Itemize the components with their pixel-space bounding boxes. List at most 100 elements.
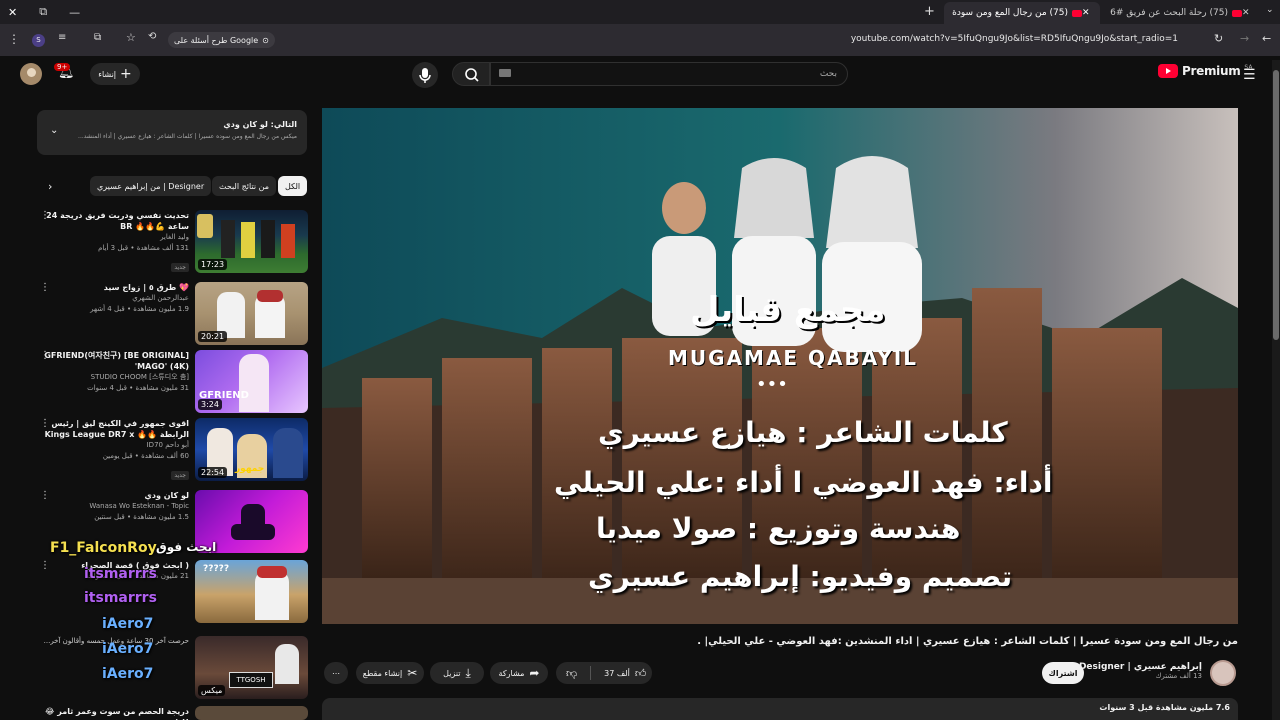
more-actions-icon[interactable]: ⋮ xyxy=(40,560,50,571)
video-title[interactable]: تحديت نفسي ودربت فريق دريجة 24 ساعة 💪🔥🔥 … xyxy=(43,210,189,232)
video-duration: 3:24 xyxy=(198,399,222,410)
close-tab-icon[interactable]: ✕ xyxy=(1242,8,1250,18)
scrollbar-thumb[interactable] xyxy=(1273,70,1279,340)
subscribe-button[interactable]: اشتراك xyxy=(1042,662,1084,684)
voice-search-button[interactable] xyxy=(412,62,438,88)
chip-all[interactable]: الكل xyxy=(278,176,308,196)
list-item[interactable]: جمهور 22:54 اقوى جمهور في الكينج ليق | ر… xyxy=(40,418,308,482)
download-button[interactable]: تنزيل ⤓ xyxy=(430,662,484,684)
credit-line-poet: كلمات الشاعر : هيازع عسيري xyxy=(598,416,1008,449)
profile-avatar-icon[interactable]: S xyxy=(32,34,45,47)
account-avatar[interactable] xyxy=(20,63,42,85)
dislike-icon[interactable]: 👎︎ xyxy=(566,667,577,680)
page-scrollbar[interactable] xyxy=(1272,60,1280,720)
lens-icon: ⊙ xyxy=(262,35,269,45)
video-thumbnail[interactable]: TTGOSH ميكس xyxy=(195,636,308,699)
tab-current[interactable]: ✕ (75) من رجال المع ومن سودة عسـ xyxy=(944,2,1100,24)
list-item[interactable]: 17:23 تحديت نفسي ودربت فريق دريجة 24 ساع… xyxy=(40,210,308,274)
video-player[interactable]: مجمع قبايل MUGAMAE QABAYIL ••• كلمات الش… xyxy=(322,108,1238,624)
close-tab-icon[interactable]: ✕ xyxy=(1082,8,1090,18)
video-title[interactable]: [BE ORIGINAL] GFRIEND(여자친구) 'MAGO' (4K) xyxy=(43,350,189,372)
video-title[interactable]: 💖 طرق ٥ | زواج سيد xyxy=(43,282,189,293)
video-title[interactable]: دريجة الحصم من سوت وعمر ثامر 😂 !! ( xyxy=(43,706,189,720)
new-badge: جديد xyxy=(171,471,189,480)
chip-channel[interactable]: من إبراهيم عسيري | Designer xyxy=(90,176,212,196)
close-window-icon[interactable]: ✕ xyxy=(8,6,17,19)
channel-name[interactable]: أبو داحم ID70 xyxy=(43,440,189,451)
up-next-subtitle: ميكس من رجال المع ومن سوده عسيرا | كلمات… xyxy=(78,133,297,140)
keyboard-icon[interactable] xyxy=(499,69,511,77)
more-horizontal-icon: ⋯ xyxy=(332,668,340,678)
video-thumbnail[interactable]: 17:23 xyxy=(195,210,308,273)
more-actions-icon[interactable]: ⋮ xyxy=(40,490,50,501)
share-button[interactable]: مشاركة ➦ xyxy=(490,662,548,684)
tab-other[interactable]: ✕ (75) رحلة البحث عن فريق #6 | ال xyxy=(1104,2,1260,24)
logo-text: Premium xyxy=(1182,64,1241,78)
up-next-card[interactable]: ⌄ التالي: لو كان ودي ميكس من رجال المع و… xyxy=(37,110,307,155)
video-title[interactable]: اقوى جمهور في الكينج ليق | رئيس الرابطة … xyxy=(43,418,189,440)
reload-icon[interactable]: ↻ xyxy=(1214,32,1223,45)
mix-badge: ميكس xyxy=(198,685,226,696)
extensions-icon[interactable]: ⧉ xyxy=(94,32,101,43)
credit-line-engineering: هندسة وتوزيع : صولا ميديا xyxy=(596,512,961,545)
search-button[interactable] xyxy=(452,62,490,86)
video-thumbnail[interactable]: 20:21 xyxy=(195,282,308,345)
url-field[interactable]: youtube.com/watch?v=5IfuQngu9Jo&list=RD5… xyxy=(720,34,1178,44)
hamburger-menu-icon[interactable]: ☰ xyxy=(1243,67,1256,83)
tab-search-icon[interactable]: ⌄ xyxy=(1266,5,1274,15)
list-item[interactable]: ????? ( ابحث فوق ) قصة الصحراء 21 مليون … xyxy=(40,560,308,624)
channel-name[interactable]: Wanasa Wo Esteknan - Topic xyxy=(43,501,189,512)
list-item[interactable]: 20:21 💖 طرق ٥ | زواج سيد عبدالرحمن الشهر… xyxy=(40,282,308,346)
translate-icon[interactable]: ⟲ xyxy=(148,31,156,42)
forward-icon[interactable]: → xyxy=(1240,32,1249,45)
chat-overlay-name: iAero7 xyxy=(102,641,154,657)
restore-window-icon[interactable]: ⧉ xyxy=(39,5,47,19)
brand-logo-arabic: مجمع قبايل xyxy=(690,290,886,330)
youtube-logo[interactable]: Premium SA xyxy=(1158,64,1252,78)
plus-icon: + xyxy=(120,66,132,82)
channel-name[interactable]: إبراهيم عسيري | Designer xyxy=(1079,662,1202,672)
bookmark-star-icon[interactable]: ☆ xyxy=(126,31,136,44)
list-item[interactable]: GFRIEND 3:24 [BE ORIGINAL] GFRIEND(여자친구)… xyxy=(40,350,308,414)
video-thumbnail[interactable]: ????? xyxy=(195,560,308,623)
list-item[interactable]: دريجة الحصم من سوت وعمر ثامر 😂 !! ( xyxy=(40,706,308,720)
create-button[interactable]: إنشاء + xyxy=(90,63,140,85)
reading-list-icon[interactable]: ≡ xyxy=(58,32,66,43)
channel-name[interactable]: وليد الغاير xyxy=(43,232,189,243)
more-actions-icon[interactable]: ⋮ xyxy=(40,350,50,361)
chip-search-results[interactable]: من نتائج البحث xyxy=(212,176,277,196)
video-thumbnail[interactable]: جمهور 22:54 xyxy=(195,418,308,481)
share-arrow-icon: ➦ xyxy=(529,666,540,680)
chips-scroll-right-icon[interactable]: › xyxy=(48,180,52,193)
menu-kebab-icon[interactable]: ⋮ xyxy=(8,32,20,46)
chevron-down-icon[interactable]: ⌄ xyxy=(50,125,58,136)
more-actions-icon[interactable]: ⋮ xyxy=(40,282,50,293)
channel-name[interactable]: STUDIO CHOOM [스튜디오 춤] xyxy=(43,372,189,383)
video-stats: 131 ألف مشاهدة • قبل 3 أيام xyxy=(98,244,189,252)
microphone-icon xyxy=(419,68,431,83)
more-actions-icon[interactable]: ⋮ xyxy=(40,418,50,429)
search-input[interactable]: بحث xyxy=(490,62,848,86)
notifications-count: 9+ xyxy=(54,63,71,71)
video-thumbnail[interactable] xyxy=(195,706,308,720)
channel-name[interactable]: عبدالرحمن الشهري xyxy=(43,293,189,304)
video-meta: اقوى جمهور في الكينج ليق | رئيس الرابطة … xyxy=(43,418,189,481)
back-icon[interactable]: ← xyxy=(1262,32,1271,45)
more-actions-icon[interactable]: ⋮ xyxy=(40,210,50,221)
video-stats: 1.9 مليون مشاهدة • قبل 4 أشهر xyxy=(90,305,189,313)
description-box[interactable]: 7.6 مليون مشاهدة قبل 3 سنوات xyxy=(322,698,1238,720)
minimize-window-icon[interactable]: — xyxy=(69,6,80,19)
credit-line-design: تصميم وفيديو: إبراهيم عسيري xyxy=(588,560,1013,593)
google-lens-chip[interactable]: طرح أسئلة على Google ⊙ xyxy=(168,32,275,48)
list-item[interactable]: TTGOSH ميكس حرصت آخر 30 ساعة وعمل حمسه و… xyxy=(40,636,308,700)
clip-button[interactable]: إنشاء مقطع ✂ xyxy=(356,662,424,684)
download-label: تنزيل xyxy=(443,668,461,678)
video-thumbnail[interactable]: GFRIEND 3:24 xyxy=(195,350,308,413)
new-tab-icon[interactable]: + xyxy=(924,4,935,19)
more-actions-button[interactable]: ⋯ xyxy=(324,662,348,684)
chip-label: الكل xyxy=(285,181,301,191)
channel-avatar[interactable] xyxy=(1210,660,1236,686)
like-icon[interactable]: 👍︎ xyxy=(635,667,647,680)
video-title[interactable]: لو كان ودي xyxy=(43,490,189,501)
google-chip-label: طرح أسئلة على Google xyxy=(174,35,259,45)
